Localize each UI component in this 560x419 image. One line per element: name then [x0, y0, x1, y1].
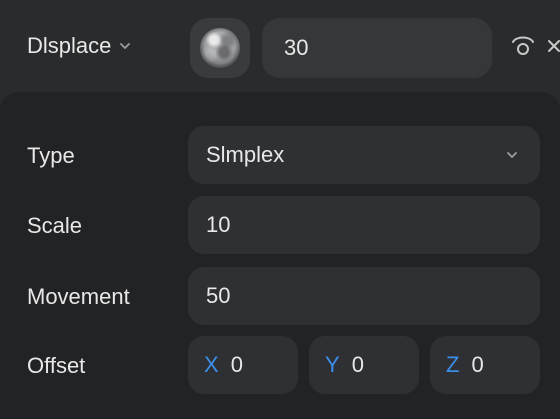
offset-label: Offset	[27, 353, 86, 378]
close-icon[interactable]	[548, 40, 560, 52]
offset-x-value: 0	[230, 352, 243, 377]
scale-label: Scale	[27, 213, 83, 238]
offset-y-input[interactable]: Y 0	[309, 336, 419, 394]
type-label: Type	[27, 143, 75, 168]
texture-thumbnail-button[interactable]	[190, 18, 250, 78]
movement-label: Movement	[27, 284, 130, 309]
offset-z-input[interactable]: Z 0	[430, 336, 540, 394]
chevron-down-icon	[120, 43, 131, 49]
type-value: Slmplex	[206, 142, 285, 167]
eye-icon[interactable]	[510, 30, 536, 62]
layer-header: Dlsplace	[0, 0, 560, 92]
noise-texture-thumbnail	[200, 28, 240, 68]
displace-layer-panel: Dlsplace Type Slmplex Scale 10 Movement	[0, 0, 560, 419]
offset-x-axis-label: X	[204, 352, 219, 377]
layer-type-dropdown[interactable]: Dlsplace	[27, 30, 131, 62]
offset-y-axis-label: Y	[325, 352, 340, 377]
type-select[interactable]: Slmplex	[188, 126, 540, 184]
offset-z-value: 0	[471, 352, 484, 377]
offset-x-input[interactable]: X 0	[188, 336, 298, 394]
displace-amount-input[interactable]	[262, 18, 492, 78]
offset-z-axis-label: Z	[446, 352, 460, 377]
chevron-down-icon	[507, 152, 517, 158]
scale-input[interactable]: 10	[188, 196, 540, 254]
scale-value: 10	[206, 212, 231, 237]
offset-y-value: 0	[351, 352, 364, 377]
movement-input[interactable]: 50	[188, 267, 540, 325]
movement-value: 50	[206, 283, 231, 308]
layer-type-label: Dlsplace	[27, 33, 112, 58]
